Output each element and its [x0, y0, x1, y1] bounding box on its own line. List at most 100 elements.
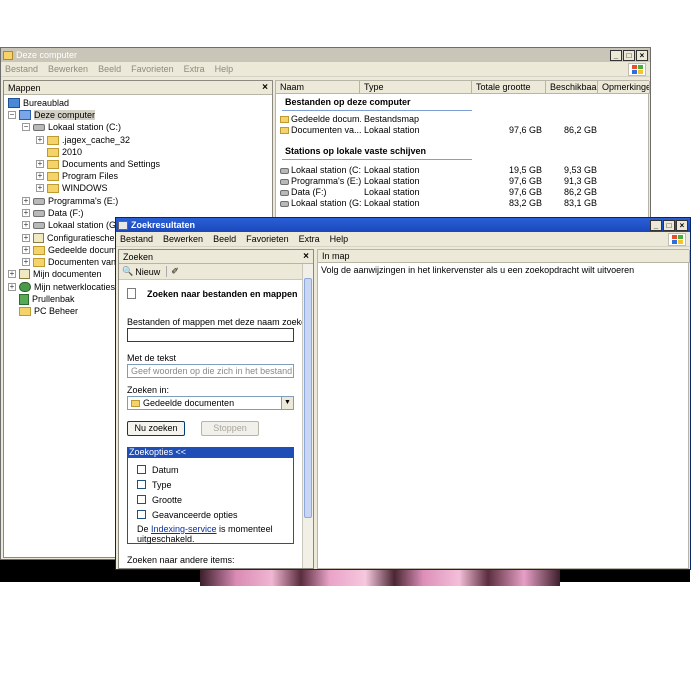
list-item[interactable]: Data (F:) Lokaal station 97,6 GB 86,2 GB	[280, 187, 640, 198]
menu-bestand[interactable]: Bestand	[120, 234, 153, 244]
tree-item-windows[interactable]: + WINDOWS	[36, 182, 108, 194]
title-bar[interactable]: Deze computer _ □ ×	[1, 48, 650, 62]
new-search-button[interactable]: Nieuw	[135, 267, 160, 277]
close-pane-icon[interactable]: ×	[303, 251, 309, 262]
expand-icon[interactable]: +	[36, 136, 44, 144]
tree-item-gedeelde-documenten[interactable]: + Gedeelde documen	[22, 244, 127, 256]
expand-icon[interactable]: +	[22, 197, 30, 205]
group-divider	[282, 159, 472, 160]
checkbox[interactable]	[137, 510, 146, 519]
chevron-down-icon[interactable]: ▼	[281, 397, 293, 409]
folders-pane-header: Mappen ×	[4, 81, 272, 95]
close-button[interactable]: ×	[636, 49, 648, 61]
menu-extra[interactable]: Extra	[299, 234, 320, 244]
column-in-map[interactable]: In map	[318, 250, 690, 263]
list-item[interactable]: Programma's (E:) Lokaal station 97,6 GB …	[280, 176, 640, 187]
column-beschikbaar[interactable]: Beschikbaar	[546, 81, 598, 94]
expand-icon[interactable]: +	[8, 270, 16, 278]
tree-item-jagex-cache[interactable]: + .jagex_cache_32	[36, 134, 130, 146]
stop-button[interactable]: Stoppen	[201, 421, 259, 436]
search-pane-scrollbar[interactable]	[302, 264, 313, 568]
tree-item-lokaal-c[interactable]: − Lokaal station (C:)	[22, 121, 121, 133]
checkbox[interactable]	[137, 480, 146, 489]
close-pane-icon[interactable]: ×	[262, 82, 268, 93]
expand-icon[interactable]: +	[36, 184, 44, 192]
collapse-icon[interactable]: −	[22, 123, 30, 131]
menu-bewerken[interactable]: Bewerken	[163, 234, 203, 244]
separator	[166, 266, 168, 277]
checkbox[interactable]	[137, 465, 146, 474]
tree-item-program-files[interactable]: + Program Files	[36, 170, 118, 182]
option-type[interactable]: Type	[137, 479, 172, 490]
menu-bewerken[interactable]: Bewerken	[48, 64, 88, 74]
tree-item-programmas-e[interactable]: + Programma's (E:)	[22, 195, 118, 207]
menu-help[interactable]: Help	[330, 234, 349, 244]
column-naam[interactable]: Naam	[276, 81, 360, 94]
results-pane: In map Volg de aanwijzingen in het linke…	[317, 249, 690, 569]
search-pane-title: Zoeken	[123, 251, 154, 262]
name-input[interactable]	[127, 328, 294, 342]
tree-item-prullenbak[interactable]: Prullenbak	[19, 293, 75, 305]
documents-icon	[19, 269, 30, 279]
expand-icon[interactable]: +	[22, 221, 30, 229]
minimize-button[interactable]: _	[650, 219, 662, 231]
tree-item-documents-settings[interactable]: + Documents and Settings	[36, 158, 160, 170]
other-items-label: Zoeken naar andere items:	[127, 555, 235, 565]
expand-icon[interactable]: +	[22, 234, 30, 242]
list-item[interactable]: Gedeelde docum... Bestandsmap	[280, 114, 640, 125]
tree-item-configuratiescherm[interactable]: + Configuratieschern	[22, 232, 123, 244]
menu-beeld[interactable]: Beeld	[213, 234, 236, 244]
tree-item-lokaal-g[interactable]: + Lokaal station (G:)	[22, 219, 122, 231]
tree-item-netwerklocaties[interactable]: + Mijn netwerklocaties	[8, 281, 115, 293]
title-bar[interactable]: Zoekresultaten _ □ ×	[116, 218, 690, 232]
list-item[interactable]: Lokaal station (G:) Lokaal station 83,2 …	[280, 198, 640, 209]
computer-icon	[3, 50, 13, 60]
list-item[interactable]: Documenten va... Lokaal station 97,6 GB …	[280, 125, 640, 136]
menu-bestand[interactable]: Bestand	[5, 64, 38, 74]
tree-item-documenten-van[interactable]: + Documenten van	[22, 256, 116, 268]
menu-favorieten[interactable]: Favorieten	[131, 64, 174, 74]
indexing-service-link[interactable]: Indexing-service	[151, 524, 217, 534]
zoekresultaten-window[interactable]: Zoekresultaten _ □ × Bestand Bewerken Be…	[115, 217, 691, 570]
minimize-button[interactable]: _	[610, 49, 622, 61]
maximize-button[interactable]: □	[663, 219, 675, 231]
tree-item-2010[interactable]: 2010	[47, 146, 82, 158]
maximize-button[interactable]: □	[623, 49, 635, 61]
collapse-icon[interactable]: −	[8, 111, 16, 119]
tool-icon[interactable]: ✐	[171, 266, 179, 277]
menu-help[interactable]: Help	[215, 64, 234, 74]
search-icon	[118, 220, 128, 230]
tree-item-bureaublad[interactable]: Bureaublad	[8, 97, 69, 109]
menu-favorieten[interactable]: Favorieten	[246, 234, 289, 244]
tree-item-deze-computer[interactable]: − Deze computer	[8, 109, 96, 121]
column-totale-grootte[interactable]: Totale grootte	[472, 81, 546, 94]
column-type[interactable]: Type	[360, 81, 472, 94]
expand-icon[interactable]: +	[22, 246, 30, 254]
tree-item-mijn-documenten[interactable]: + Mijn documenten	[8, 268, 102, 280]
look-in-select[interactable]: Gedeelde documenten ▼	[127, 396, 294, 410]
expand-icon[interactable]: +	[22, 209, 30, 217]
expand-icon[interactable]: +	[8, 283, 16, 291]
expand-icon[interactable]: +	[22, 258, 30, 266]
folder-icon	[47, 171, 59, 181]
option-geavanceerd[interactable]: Geavanceerde opties	[137, 509, 238, 520]
folder-icon	[47, 183, 59, 193]
option-datum[interactable]: Datum	[137, 464, 179, 475]
close-button[interactable]: ×	[676, 219, 688, 231]
expand-icon[interactable]: +	[36, 160, 44, 168]
tree-item-pc-beheer[interactable]: PC Beheer	[19, 305, 78, 317]
search-options-header[interactable]: Zoekopties <<	[127, 447, 294, 458]
windows-logo-icon	[628, 63, 646, 76]
menu-extra[interactable]: Extra	[184, 64, 205, 74]
search-now-button[interactable]: Nu zoeken	[127, 421, 185, 436]
text-input[interactable]: Geef woorden op die zich in het bestand …	[127, 364, 294, 378]
tree-item-data-f[interactable]: + Data (F:)	[22, 207, 84, 219]
expand-icon[interactable]: +	[36, 172, 44, 180]
list-item[interactable]: Lokaal station (C:) Lokaal station 19,5 …	[280, 165, 640, 176]
folder-icon	[33, 257, 45, 267]
menu-beeld[interactable]: Beeld	[98, 64, 121, 74]
option-grootte[interactable]: Grootte	[137, 494, 182, 505]
column-opmerkingen[interactable]: Opmerkingen	[598, 81, 650, 94]
checkbox[interactable]	[137, 495, 146, 504]
scrollbar-thumb[interactable]	[304, 278, 312, 518]
